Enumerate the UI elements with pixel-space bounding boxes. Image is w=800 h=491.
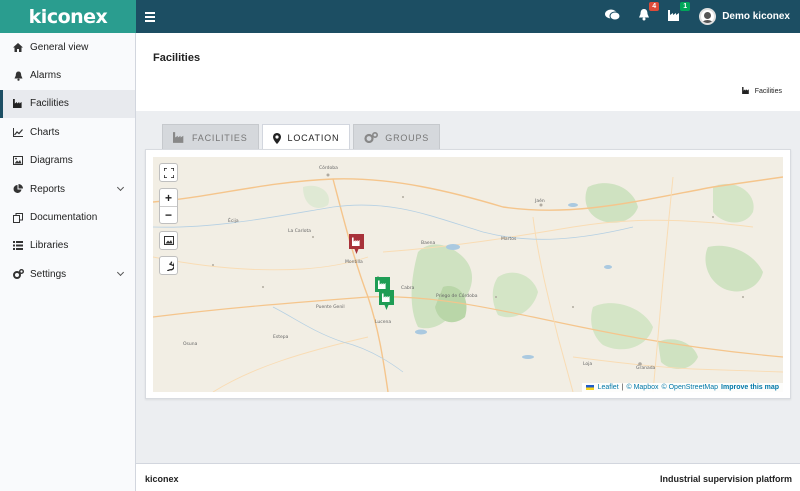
sidebar-item-label: Settings — [30, 268, 67, 280]
alarm-badge: 4 — [649, 1, 660, 11]
place-label: Montilla — [345, 260, 363, 265]
image-icon — [12, 156, 24, 166]
tab-label: LOCATION — [287, 133, 340, 143]
sidebar-item-label: Charts — [30, 126, 60, 138]
sidebar-item-diagrams[interactable]: Diagrams — [0, 147, 135, 175]
place-label: Osuna — [183, 342, 198, 347]
place-label: Baena — [421, 241, 436, 246]
tab-label: GROUPS — [385, 132, 430, 143]
zoom-out-button[interactable]: − — [160, 206, 177, 223]
top-bar: kiconex 4 1 Demo kiconex — [0, 0, 800, 33]
bell-icon — [12, 71, 24, 81]
footer: kiconex Industrial supervision platform — [136, 463, 800, 491]
chevron-down-icon — [116, 269, 125, 277]
footer-brand: kiconex — [145, 474, 179, 484]
hamburger-icon[interactable] — [145, 12, 155, 22]
place-label: Priego de Córdoba — [436, 294, 478, 299]
sidebar-item-charts[interactable]: Charts — [0, 118, 135, 146]
industry-icon — [173, 132, 185, 143]
industry-icon — [741, 87, 750, 96]
map-card: Córdoba Jaén Granada Martos Lucena Cabra… — [145, 149, 791, 399]
home-icon — [12, 42, 24, 52]
breadcrumb: Facilities — [741, 87, 782, 96]
cogs-icon — [12, 269, 24, 280]
sidebar-item-general-view[interactable]: General view — [0, 33, 135, 61]
bell-icon[interactable]: 4 — [638, 1, 660, 26]
leaflet-link[interactable]: Leaflet — [598, 384, 619, 391]
list-icon — [12, 241, 24, 251]
place-label: Loja — [583, 362, 593, 367]
improve-map-link[interactable]: Improve this map — [721, 384, 779, 391]
layers-control[interactable] — [159, 231, 178, 250]
tab-location[interactable]: LOCATION — [261, 124, 351, 151]
facility-badge: 1 — [680, 1, 691, 11]
sidebar-item-alarms[interactable]: Alarms — [0, 61, 135, 89]
sidebar-item-label: Libraries — [30, 240, 69, 252]
top-icons: 4 1 Demo kiconex — [605, 0, 800, 33]
zoom-control: + − — [159, 188, 178, 224]
place-label: Estepa — [273, 335, 289, 340]
line-chart-icon — [12, 127, 24, 137]
sidebar-item-label: Alarms — [30, 70, 62, 82]
sidebar-item-reports[interactable]: Reports — [0, 175, 135, 203]
zoom-in-button[interactable]: + — [160, 189, 177, 206]
place-label: La Carlota — [288, 229, 311, 234]
logo-text: kiconex — [28, 5, 108, 28]
attribution-separator: | — [621, 384, 624, 391]
page-title: Facilities — [153, 52, 201, 64]
sidebar-item-settings[interactable]: Settings — [0, 260, 135, 288]
sidebar-item-label: Facilities — [30, 98, 69, 110]
user-menu[interactable]: Demo kiconex — [699, 8, 790, 25]
chevron-down-icon — [116, 183, 125, 191]
map-marker-icon — [272, 132, 281, 144]
place-label: Granada — [636, 366, 656, 371]
map-attribution: Leaflet | © Mapbox © OpenStreetMap Impro… — [581, 383, 783, 392]
facility-marker-red[interactable] — [349, 234, 364, 254]
sidebar-item-label: Reports — [30, 183, 66, 195]
industry-icon — [12, 99, 24, 109]
tab-groups[interactable]: GROUPS — [353, 124, 441, 150]
sidebar-item-documentation[interactable]: Documentation — [0, 203, 135, 231]
sidebar-item-libraries[interactable]: Libraries — [0, 232, 135, 260]
user-name: Demo kiconex — [722, 11, 790, 22]
place-label: Cabra — [401, 286, 415, 291]
place-label: Jaén — [535, 199, 545, 204]
place-label: Lucena — [375, 320, 392, 325]
plugin-control[interactable] — [159, 256, 178, 275]
page-header: Facilities Facilities — [136, 33, 800, 111]
place-label: Puente Genil — [316, 305, 345, 310]
place-label: Martos — [501, 237, 517, 242]
sidebar-item-label: General view — [30, 41, 89, 53]
facility-marker-green-2[interactable] — [379, 290, 394, 310]
chat-icon[interactable] — [605, 8, 621, 26]
place-label: Écija — [228, 219, 239, 224]
fullscreen-icon[interactable] — [160, 164, 177, 181]
sidebar: General view Alarms Facilities Charts Di… — [0, 33, 136, 491]
copy-icon — [12, 212, 24, 223]
map-tiles — [153, 157, 783, 392]
footer-tagline: Industrial supervision platform — [659, 474, 792, 484]
tab-bar: FACILITIES LOCATION GROUPS — [162, 124, 443, 151]
sidebar-item-facilities[interactable]: Facilities — [0, 89, 135, 119]
cogs-icon — [364, 132, 379, 143]
image-icon[interactable] — [160, 232, 177, 249]
avatar — [699, 8, 717, 25]
mapbox-link[interactable]: © Mapbox — [626, 384, 658, 391]
factory-icon[interactable]: 1 — [668, 1, 691, 26]
osm-link[interactable]: © OpenStreetMap — [662, 384, 719, 391]
sidebar-item-label: Diagrams — [30, 155, 73, 167]
pie-chart-icon — [12, 184, 24, 194]
tab-label: FACILITIES — [192, 132, 248, 143]
sidebar-item-label: Documentation — [30, 212, 98, 224]
fullscreen-control[interactable] — [159, 163, 178, 182]
tab-facilities[interactable]: FACILITIES — [162, 124, 259, 150]
plug-icon[interactable] — [160, 257, 177, 274]
breadcrumb-label[interactable]: Facilities — [755, 88, 782, 95]
map-view[interactable]: Córdoba Jaén Granada Martos Lucena Cabra… — [153, 157, 783, 392]
place-label: Córdoba — [319, 166, 338, 171]
ukraine-flag-icon — [585, 385, 594, 390]
logo[interactable]: kiconex — [0, 0, 136, 33]
